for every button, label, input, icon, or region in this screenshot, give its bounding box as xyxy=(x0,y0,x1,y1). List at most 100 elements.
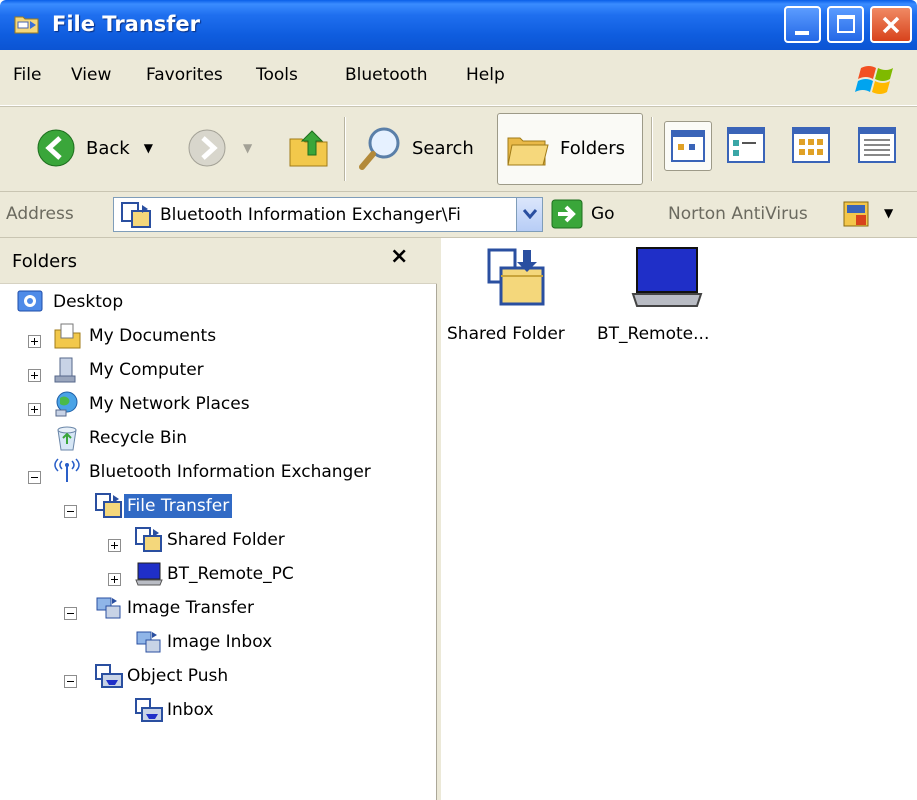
norton-antivirus-icon[interactable] xyxy=(842,200,870,228)
forward-dropdown-icon: ▼ xyxy=(243,141,253,155)
close-icon xyxy=(882,16,900,34)
expand-my-documents[interactable] xyxy=(28,335,41,348)
icons-view-icon xyxy=(792,127,830,163)
tree-item-image-inbox[interactable]: Image Inbox xyxy=(134,626,275,658)
expand-my-network-places[interactable] xyxy=(28,403,41,416)
tree-item-object-push[interactable]: Object Push xyxy=(94,660,231,692)
tree-item-my-documents[interactable]: My Documents xyxy=(52,320,219,352)
address-field[interactable]: Bluetooth Information Exchanger\Fi xyxy=(113,197,543,232)
shared-folder-icon xyxy=(487,248,545,306)
expand-my-computer[interactable] xyxy=(28,369,41,382)
menu-view[interactable]: View xyxy=(71,65,111,85)
tree-label: Inbox xyxy=(167,700,214,720)
tree-label: File Transfer xyxy=(124,494,233,518)
windows-logo-icon xyxy=(855,66,893,94)
tree-item-file-transfer[interactable]: File Transfer xyxy=(94,490,233,522)
back-button[interactable]: Back ▼ xyxy=(36,128,153,168)
tree-label: Desktop xyxy=(53,292,124,312)
tree-item-my-network-places[interactable]: My Network Places xyxy=(52,388,253,420)
tree-item-inbox[interactable]: Inbox xyxy=(134,694,217,726)
desktop-icon xyxy=(17,290,43,312)
tree-item-image-transfer[interactable]: Image Transfer xyxy=(94,592,257,624)
image-inbox-icon xyxy=(136,631,161,653)
tree-item-shared-folder[interactable]: Shared Folder xyxy=(134,524,288,556)
view-details-button[interactable] xyxy=(858,127,896,165)
expand-shared-folder[interactable] xyxy=(108,539,121,552)
object-push-icon xyxy=(95,664,123,688)
forward-arrow-icon xyxy=(188,129,226,167)
content-item-bt-remote[interactable]: BT_Remote... xyxy=(597,238,737,358)
recycle-bin-icon xyxy=(57,426,77,451)
my-documents-icon xyxy=(54,323,81,349)
search-button[interactable]: Search xyxy=(358,125,474,171)
tree-label: Shared Folder xyxy=(167,530,285,550)
tree-label: Recycle Bin xyxy=(89,428,188,448)
content-item-label: BT_Remote... xyxy=(597,324,710,344)
tree-item-desktop[interactable]: Desktop xyxy=(16,286,126,318)
menu-bluetooth[interactable]: Bluetooth xyxy=(345,65,428,85)
back-arrow-icon xyxy=(37,129,75,167)
address-dropdown-button[interactable] xyxy=(516,198,542,231)
minimize-button[interactable] xyxy=(784,6,821,43)
network-places-icon xyxy=(55,391,78,417)
folders-pane: Folders × Desktop My Documents My Comput… xyxy=(0,238,437,800)
folder-transfer-icon xyxy=(14,16,39,34)
bluetooth-icon xyxy=(54,458,80,482)
tree-label: Image Inbox xyxy=(167,632,273,652)
view-icons-button[interactable] xyxy=(792,127,830,165)
collapse-object-push[interactable] xyxy=(64,675,77,688)
expand-bt-remote-pc[interactable] xyxy=(108,573,121,586)
tree-item-my-computer[interactable]: My Computer xyxy=(52,354,207,386)
tree-item-bluetooth[interactable]: Bluetooth Information Exchanger xyxy=(52,456,374,488)
search-icon xyxy=(359,127,400,170)
address-label: Address xyxy=(6,204,74,224)
folders-pane-title: Folders xyxy=(12,251,78,272)
tree-item-bt-remote-pc[interactable]: BT_Remote_PC xyxy=(134,558,297,590)
laptop-icon xyxy=(631,247,703,307)
forward-button[interactable]: ▼ xyxy=(187,128,252,168)
go-arrow-icon xyxy=(551,199,583,229)
folders-button[interactable]: Folders xyxy=(497,113,643,185)
tree-label: My Documents xyxy=(89,326,217,346)
content-item-shared-folder[interactable]: Shared Folder xyxy=(441,238,587,358)
inbox-icon xyxy=(135,698,163,722)
title-bar[interactable]: File Transfer xyxy=(0,0,917,50)
search-label: Search xyxy=(412,137,474,159)
maximize-button[interactable] xyxy=(827,6,864,43)
laptop-icon xyxy=(135,562,163,586)
tree-item-recycle-bin[interactable]: Recycle Bin xyxy=(52,422,190,454)
file-transfer-icon xyxy=(121,202,151,228)
menu-favorites[interactable]: Favorites xyxy=(146,65,223,85)
filmstrip-view-icon xyxy=(671,130,705,162)
collapse-file-transfer[interactable] xyxy=(64,505,77,518)
tree-label: Bluetooth Information Exchanger xyxy=(89,462,371,482)
back-label: Back xyxy=(86,137,130,159)
go-button[interactable]: Go xyxy=(551,199,615,229)
collapse-bluetooth[interactable] xyxy=(28,471,41,484)
tiles-view-icon xyxy=(727,127,765,163)
menu-file[interactable]: File xyxy=(13,65,41,85)
view-filmstrip-button[interactable] xyxy=(664,121,712,171)
folders-icon xyxy=(507,137,549,166)
file-transfer-icon xyxy=(95,493,122,518)
tree-label: BT_Remote_PC xyxy=(167,564,294,584)
back-dropdown-icon[interactable]: ▼ xyxy=(144,141,153,155)
close-button[interactable] xyxy=(870,6,912,43)
menu-help[interactable]: Help xyxy=(466,65,505,85)
collapse-image-transfer[interactable] xyxy=(64,607,77,620)
view-tiles-button[interactable] xyxy=(727,127,765,165)
tree-label: My Computer xyxy=(89,360,204,380)
window-title: File Transfer xyxy=(52,12,201,36)
folders-label: Folders xyxy=(560,138,626,159)
content-item-label: Shared Folder xyxy=(447,324,565,344)
norton-dropdown-icon[interactable]: ▼ xyxy=(884,206,893,220)
up-folder-button[interactable] xyxy=(288,125,332,169)
chevron-down-icon xyxy=(523,209,537,219)
menu-bar: File View Favorites Tools Bluetooth Help xyxy=(0,50,917,106)
shared-folder-icon xyxy=(135,527,162,552)
details-view-icon xyxy=(858,127,896,163)
folders-pane-close-icon[interactable]: × xyxy=(390,244,408,269)
folders-pane-header: Folders × xyxy=(0,238,437,284)
menu-tools[interactable]: Tools xyxy=(256,65,298,85)
up-folder-icon xyxy=(289,130,328,167)
